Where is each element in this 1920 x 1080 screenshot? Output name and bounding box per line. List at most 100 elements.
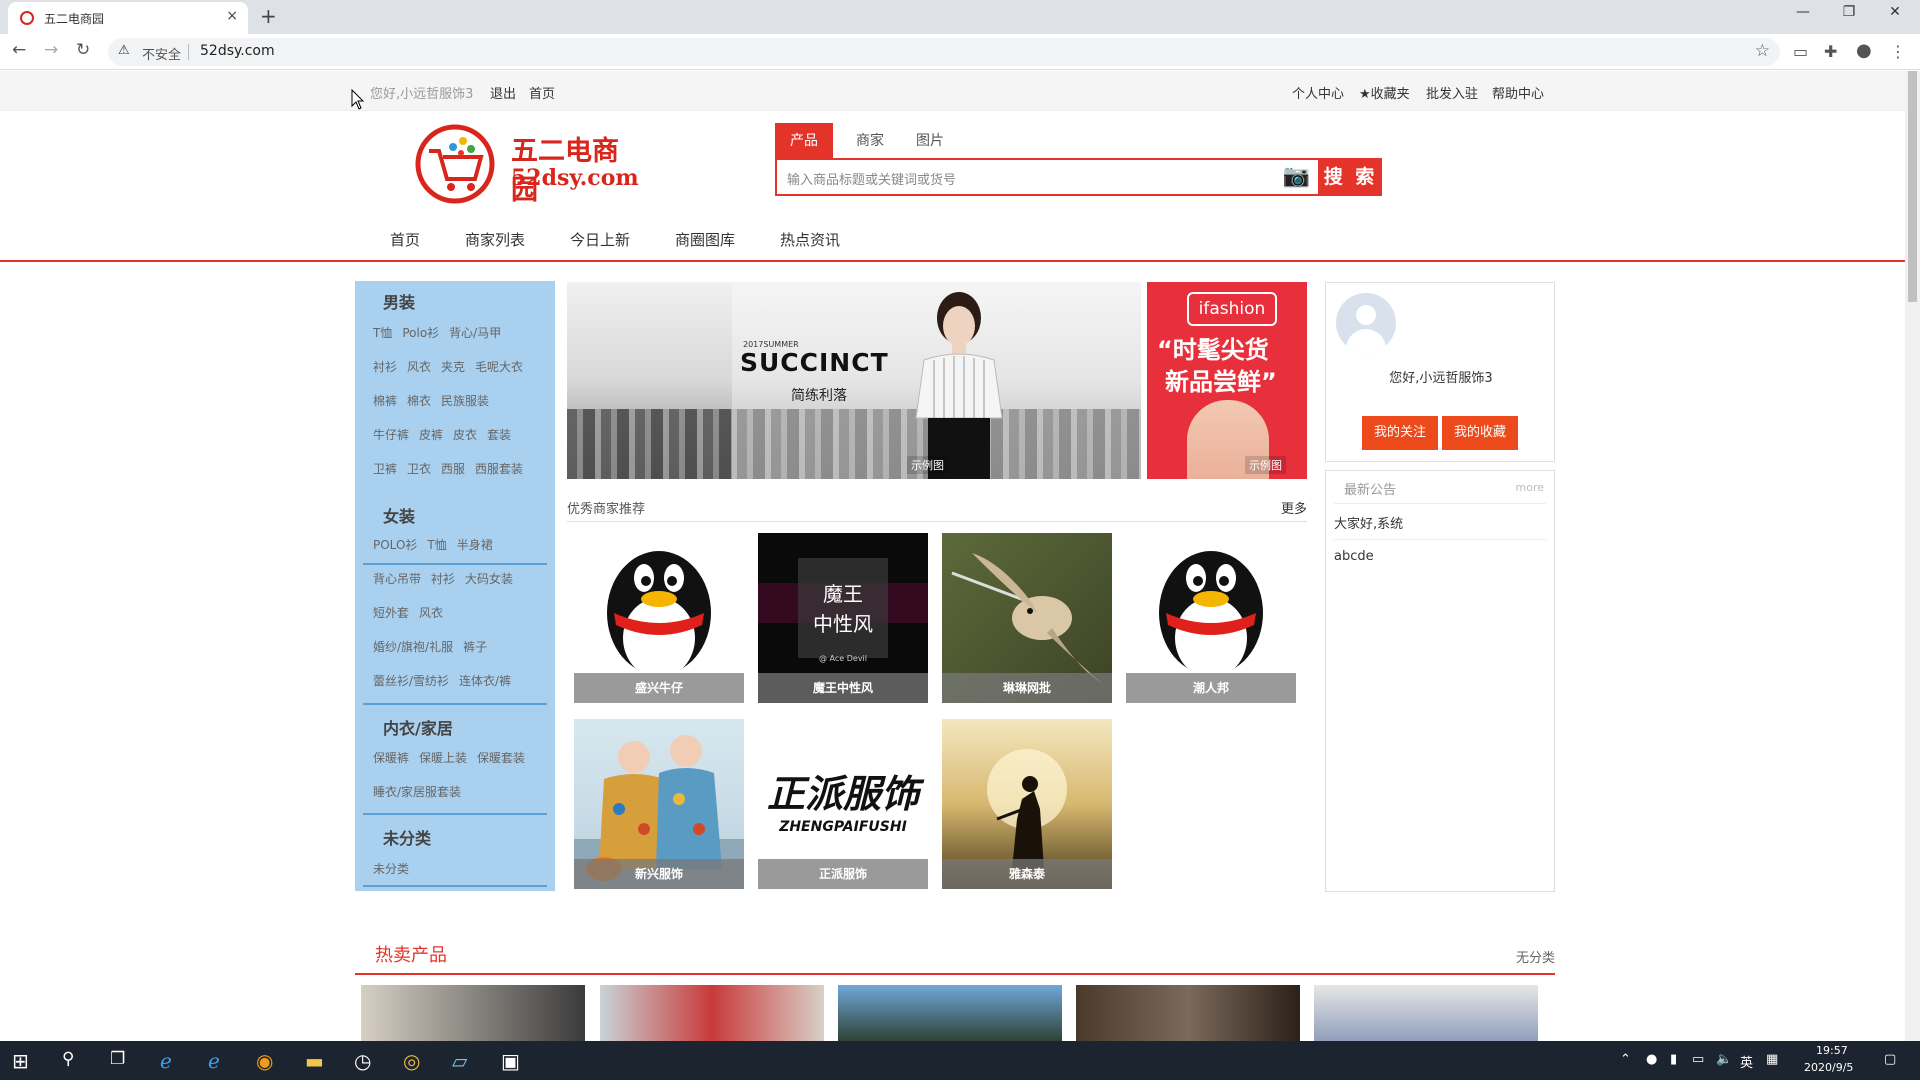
- category-link[interactable]: 民族服装: [441, 394, 489, 408]
- nav-merchant-list[interactable]: 商家列表: [465, 229, 525, 250]
- search-icon[interactable]: ⚲: [62, 1049, 74, 1069]
- category-link[interactable]: Polo衫: [402, 326, 439, 340]
- forward-icon[interactable]: →: [44, 40, 58, 60]
- category-link[interactable]: 婚纱/旗袍/礼服: [373, 640, 453, 654]
- nav-today-new[interactable]: 今日上新: [570, 229, 630, 250]
- category-link[interactable]: 半身裙: [457, 538, 493, 552]
- camera-icon[interactable]: 📷: [1283, 164, 1310, 189]
- extensions-icon[interactable]: ✚: [1824, 42, 1837, 61]
- category-link[interactable]: 西服套装: [475, 462, 523, 476]
- category-link[interactable]: 棉衣: [407, 394, 431, 408]
- media-player-icon[interactable]: ◉: [256, 1049, 273, 1073]
- nav-gallery[interactable]: 商圈图库: [675, 229, 735, 250]
- clock-app-icon[interactable]: ◷: [354, 1049, 371, 1073]
- restore-icon[interactable]: ❐: [1826, 4, 1872, 20]
- windows-start-icon[interactable]: ⊞: [12, 1049, 29, 1073]
- search-tab-product[interactable]: 产品: [775, 123, 833, 159]
- category-link[interactable]: T恤: [427, 538, 446, 552]
- category-link[interactable]: 衬衫: [431, 572, 455, 586]
- category-link[interactable]: 短外套: [373, 606, 409, 620]
- shop-card[interactable]: 正派服饰 ZHENGPAIFUSHI 正派服饰: [758, 719, 928, 889]
- product-image[interactable]: [361, 985, 585, 1041]
- tab-close-icon[interactable]: ×: [226, 8, 238, 24]
- home-link[interactable]: 首页: [529, 83, 555, 102]
- chrome-icon[interactable]: ◎: [403, 1049, 420, 1073]
- category-link[interactable]: 夹克: [441, 360, 465, 374]
- wholesale-join-link[interactable]: 批发入驻: [1426, 83, 1478, 102]
- menu-kebab-icon[interactable]: ⋮: [1890, 42, 1906, 61]
- insecure-label[interactable]: 不安全: [142, 44, 181, 63]
- category-link[interactable]: 连体衣/裤: [459, 674, 511, 688]
- browser-tab[interactable]: 五二电商园 ×: [8, 2, 248, 34]
- edge-icon[interactable]: ℯ: [208, 1049, 220, 1073]
- category-link[interactable]: 保暖上装: [419, 751, 467, 765]
- category-link[interactable]: POLO衫: [373, 538, 417, 552]
- favorites-link[interactable]: ★收藏夹: [1359, 83, 1410, 102]
- shop-card[interactable]: 雅森泰: [942, 719, 1112, 889]
- category-link[interactable]: 大码女装: [465, 572, 513, 586]
- notice-item[interactable]: 大家好,系统: [1334, 513, 1403, 532]
- search-tab-merchant[interactable]: 商家: [841, 123, 899, 159]
- product-image[interactable]: [1314, 985, 1538, 1041]
- product-image[interactable]: [838, 985, 1062, 1041]
- clock-time[interactable]: 19:57: [1816, 1044, 1848, 1057]
- site-logo[interactable]: 五二电商园 52dsy.com: [415, 121, 645, 207]
- category-link[interactable]: 套装: [487, 428, 511, 442]
- clock-date[interactable]: 2020/9/5: [1804, 1061, 1853, 1074]
- recorder-icon[interactable]: ▣: [501, 1049, 520, 1073]
- category-link[interactable]: 衬衫: [373, 360, 397, 374]
- category-link[interactable]: 背心吊带: [373, 572, 421, 586]
- category-link[interactable]: 保暖套装: [477, 751, 525, 765]
- page-scrollbar[interactable]: [1905, 71, 1920, 1041]
- category-link[interactable]: 棉裤: [373, 394, 397, 408]
- notice-item[interactable]: abcde: [1334, 549, 1374, 564]
- minimize-icon[interactable]: —: [1780, 4, 1826, 20]
- product-image[interactable]: [600, 985, 824, 1041]
- category-link[interactable]: 蕾丝衫/雪纺衫: [373, 674, 449, 688]
- input-method[interactable]: 英: [1740, 1052, 1753, 1071]
- shop-card[interactable]: 新兴服饰: [574, 719, 744, 889]
- category-link[interactable]: 卫衣: [407, 462, 431, 476]
- url-text[interactable]: 52dsy.com: [200, 43, 275, 59]
- shop-card[interactable]: 魔王 中性风 @ Ace Devil 魔王中性风: [758, 533, 928, 703]
- category-link[interactable]: 裤子: [463, 640, 487, 654]
- shop-card[interactable]: 盛兴牛仔: [574, 533, 744, 703]
- profile-icon[interactable]: ●: [1856, 40, 1872, 61]
- category-link[interactable]: 风衣: [407, 360, 431, 374]
- search-button[interactable]: 搜 索: [1319, 158, 1382, 196]
- nav-news[interactable]: 热点资讯: [780, 229, 840, 250]
- hot-products-category[interactable]: 无分类: [1516, 947, 1555, 966]
- volume-icon[interactable]: 🔈: [1716, 1052, 1732, 1067]
- cast-icon[interactable]: ▭: [1793, 42, 1808, 61]
- category-link[interactable]: 西服: [441, 462, 465, 476]
- category-link[interactable]: 皮裤: [419, 428, 443, 442]
- avatar[interactable]: [1336, 293, 1396, 353]
- new-tab-button[interactable]: +: [260, 4, 277, 28]
- task-view-icon[interactable]: ❐: [110, 1049, 125, 1069]
- side-banner[interactable]: ifashion “时髦尖货 新品尝鲜” 示例图: [1147, 282, 1307, 479]
- network-icon[interactable]: ▭: [1692, 1052, 1704, 1067]
- category-link[interactable]: 背心/马甲: [449, 326, 501, 340]
- shop-card[interactable]: 琳琳网批: [942, 533, 1112, 703]
- back-icon[interactable]: ←: [12, 40, 26, 60]
- search-input[interactable]: 输入商品标题或关键词或货号 📷: [775, 158, 1320, 196]
- category-link[interactable]: 未分类: [373, 862, 409, 876]
- category-title[interactable]: 未分类: [383, 825, 431, 849]
- nav-home[interactable]: 首页: [390, 229, 420, 250]
- notification-icon[interactable]: ▢: [1884, 1052, 1896, 1067]
- category-link[interactable]: 保暖裤: [373, 751, 409, 765]
- category-title[interactable]: 男装: [383, 289, 415, 313]
- bookmark-star-icon[interactable]: ☆: [1755, 41, 1770, 61]
- my-follow-button[interactable]: 我的关注: [1362, 416, 1438, 450]
- keyboard-icon[interactable]: ▦: [1766, 1052, 1778, 1067]
- category-title[interactable]: 内衣/家居: [383, 715, 453, 739]
- ie-icon[interactable]: ℯ: [160, 1049, 172, 1073]
- product-image[interactable]: [1076, 985, 1300, 1041]
- help-center-link[interactable]: 帮助中心: [1492, 83, 1544, 102]
- scrollbar-thumb[interactable]: [1908, 71, 1917, 302]
- category-link[interactable]: 风衣: [419, 606, 443, 620]
- category-link[interactable]: T恤: [373, 326, 392, 340]
- tray-chevron-icon[interactable]: ⌃: [1620, 1052, 1631, 1067]
- logout-link[interactable]: 退出: [490, 83, 516, 102]
- personal-center-link[interactable]: 个人中心: [1292, 83, 1344, 102]
